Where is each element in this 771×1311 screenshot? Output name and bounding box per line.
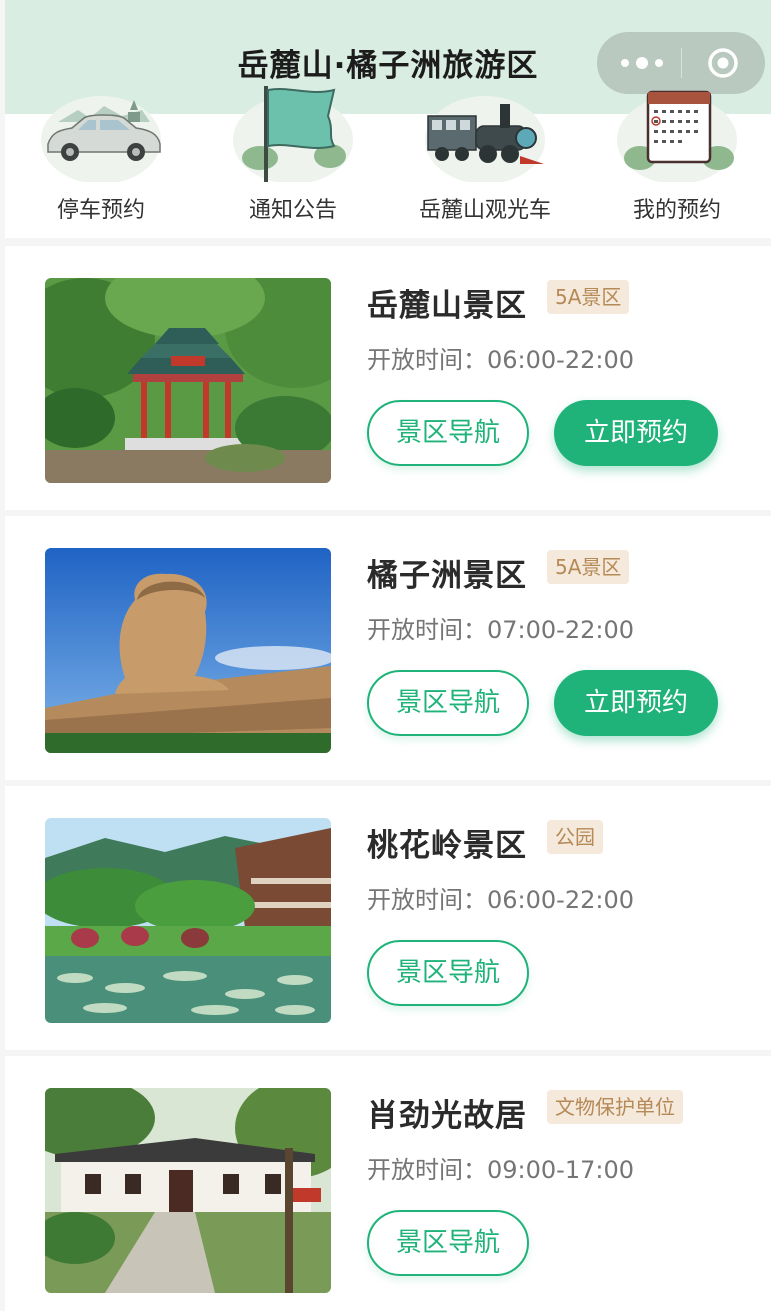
capsule-divider	[681, 48, 682, 78]
quick-link-label: 停车预约	[56, 198, 145, 223]
spot-tag-badge: 公园	[547, 820, 603, 854]
spot-photo	[45, 1088, 331, 1293]
spot-photo	[45, 818, 331, 1023]
spot-photo	[45, 548, 331, 753]
navigate-button[interactable]: 景区导航	[367, 1210, 529, 1276]
spot-name: 桃花岭景区	[367, 828, 527, 864]
spot-hours: 开放时间：09:00-17:00	[367, 1156, 634, 1184]
car-icon	[41, 96, 161, 182]
spot-hours: 开放时间：07:00-22:00	[367, 616, 634, 644]
scenic-spot-card[interactable]: 桃花岭景区 公园 开放时间：06:00-22:00 景区导航	[5, 786, 771, 1050]
book-now-button[interactable]: 立即预约	[554, 670, 718, 736]
spot-tag-badge: 5A景区	[547, 280, 630, 314]
quick-link-label: 岳麓山观光车	[418, 198, 551, 223]
spot-name: 橘子洲景区	[367, 558, 527, 594]
navigate-button[interactable]: 景区导航	[367, 400, 529, 466]
quick-link-my-bookings[interactable]: 我的预约	[597, 90, 757, 238]
flag-icon	[233, 86, 353, 182]
quick-link-label: 我的预约	[632, 198, 721, 223]
more-dots-icon[interactable]	[617, 46, 667, 80]
spot-hours: 开放时间：06:00-22:00	[367, 346, 634, 374]
quick-link-parking[interactable]: 停车预约	[21, 96, 181, 238]
spot-hours: 开放时间：06:00-22:00	[367, 886, 634, 914]
spot-name: 岳麓山景区	[367, 288, 527, 324]
quick-link-notice[interactable]: 通知公告	[213, 86, 373, 238]
scenic-spot-card[interactable]: 肖劲光故居 文物保护单位 开放时间：09:00-17:00 景区导航	[5, 1056, 771, 1311]
scenic-spot-card[interactable]: 岳麓山景区 5A景区 开放时间：06:00-22:00 景区导航 立即预约	[5, 246, 771, 510]
train-icon	[425, 96, 545, 182]
spot-name: 肖劲光故居	[367, 1098, 527, 1134]
navigate-button[interactable]: 景区导航	[367, 670, 529, 736]
scenic-spot-card[interactable]: 橘子洲景区 5A景区 开放时间：07:00-22:00 景区导航 立即预约	[5, 516, 771, 780]
quick-links: 停车预约 通知公告 岳麓山观光车 我的预约	[5, 86, 771, 238]
spot-tag-badge: 文物保护单位	[547, 1090, 683, 1124]
target-icon[interactable]	[707, 47, 739, 79]
book-now-button[interactable]: 立即预约	[554, 400, 718, 466]
mini-program-capsule	[597, 32, 765, 94]
spot-photo	[45, 278, 331, 483]
calendar-icon	[617, 90, 737, 182]
navigate-button[interactable]: 景区导航	[367, 940, 529, 1006]
quick-link-label: 通知公告	[248, 198, 337, 223]
spot-tag-badge: 5A景区	[547, 550, 630, 584]
quick-link-sightseeing-bus[interactable]: 岳麓山观光车	[405, 96, 565, 238]
